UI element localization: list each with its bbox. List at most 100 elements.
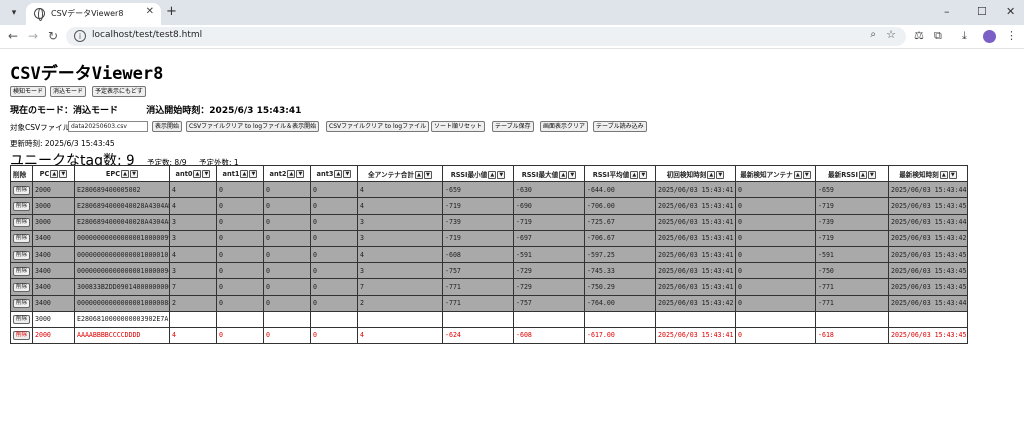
- sort-ascending-button[interactable]: ▲: [121, 169, 130, 178]
- column-header[interactable]: ant2 ▲ ▼: [263, 164, 311, 183]
- column-header[interactable]: 最新検知アンテナ ▲ ▼: [735, 164, 816, 183]
- download-icon[interactable]: ⤓: [962, 29, 967, 43]
- maximize-icon[interactable]: ☐: [977, 5, 987, 18]
- browser-tab[interactable]: CSVデータViewer8 ✕: [26, 3, 161, 25]
- start-display-button[interactable]: 表示開始: [152, 121, 183, 132]
- detect-mode-button[interactable]: 検知モード: [10, 86, 47, 97]
- delete-row-button[interactable]: 削除: [13, 234, 31, 244]
- delete-row-button[interactable]: 削除: [13, 185, 31, 195]
- forward-icon[interactable]: →: [28, 29, 38, 43]
- extensions-icon[interactable]: ⧉: [934, 29, 942, 43]
- clear-to-log-button[interactable]: CSVファイルクリア to logファイル: [326, 121, 430, 132]
- table-cell: 0: [216, 181, 264, 199]
- delete-cell: 削除: [10, 278, 33, 296]
- menu-icon[interactable]: ⋮: [1006, 29, 1017, 42]
- table-cell: 2000: [32, 181, 75, 199]
- sort-descending-button[interactable]: ▼: [802, 170, 811, 179]
- delete-row-button[interactable]: 削除: [13, 201, 31, 211]
- sort-ascending-button[interactable]: ▲: [240, 169, 249, 178]
- clear-screen-button[interactable]: 画面表示クリア: [540, 121, 589, 132]
- sort-descending-button[interactable]: ▼: [948, 170, 957, 179]
- back-to-plan-button[interactable]: 予定表示にもどす: [92, 86, 146, 97]
- address-bar[interactable]: i localhost/test/test8.html ⌕ ☆: [66, 27, 906, 46]
- sort-descending-button[interactable]: ▼: [867, 170, 876, 179]
- column-header[interactable]: RSSI最小値 ▲ ▼: [442, 164, 514, 183]
- table-cell: 0: [263, 181, 311, 199]
- sort-descending-button[interactable]: ▼: [249, 169, 258, 178]
- table-cell: 0: [216, 229, 264, 247]
- minimize-icon[interactable]: –: [944, 5, 950, 18]
- column-header[interactable]: 最新検知時刻 ▲ ▼: [888, 164, 968, 183]
- translate-icon[interactable]: ⚖: [914, 29, 924, 42]
- column-header[interactable]: 全アンテナ合計 ▲ ▼: [357, 164, 443, 183]
- sort-descending-button[interactable]: ▼: [202, 169, 211, 178]
- sort-ascending-button[interactable]: ▲: [287, 169, 296, 178]
- sort-ascending-button[interactable]: ▲: [488, 170, 497, 179]
- delete-row-button[interactable]: 削除: [13, 331, 31, 341]
- reload-icon[interactable]: ↻: [48, 29, 58, 43]
- sort-ascending-button[interactable]: ▲: [334, 169, 343, 178]
- sort-descending-button[interactable]: ▼: [296, 169, 305, 178]
- url-text[interactable]: localhost/test/test8.html: [92, 30, 202, 40]
- table-cell: 3000: [32, 310, 75, 328]
- sort-descending-button[interactable]: ▼: [497, 170, 506, 179]
- zoom-icon[interactable]: ⌕: [870, 29, 876, 40]
- save-table-button[interactable]: テーブル保存: [492, 121, 534, 132]
- csv-file-input[interactable]: data20250603.csv: [68, 121, 148, 132]
- table-cell: 2025/06/03 15:43:45: [888, 197, 968, 215]
- table-cell: -630: [513, 181, 585, 199]
- delete-row-button[interactable]: 削除: [13, 250, 31, 260]
- erase-mode-button[interactable]: 消込モード: [50, 86, 87, 97]
- table-cell: 0: [263, 294, 311, 312]
- sort-descending-button[interactable]: ▼: [568, 170, 577, 179]
- sort-ascending-button[interactable]: ▲: [707, 170, 716, 179]
- delete-row-button[interactable]: 削除: [13, 218, 31, 228]
- column-header-label: 初回検知時刻: [666, 170, 707, 179]
- table-cell: 2025/06/03 15:43:45: [888, 245, 968, 264]
- delete-row-button[interactable]: 削除: [13, 315, 31, 325]
- column-header[interactable]: RSSI平均値 ▲ ▼: [584, 164, 656, 183]
- table-cell: 0: [735, 197, 816, 215]
- sort-descending-button[interactable]: ▼: [716, 170, 725, 179]
- sort-ascending-button[interactable]: ▲: [559, 170, 568, 179]
- bookmark-star-icon[interactable]: ☆: [886, 28, 896, 41]
- tab-search-icon[interactable]: ▾: [7, 6, 21, 20]
- column-header[interactable]: EPC ▲ ▼: [74, 164, 170, 183]
- delete-row-button[interactable]: 削除: [13, 266, 31, 276]
- sort-ascending-button[interactable]: ▲: [858, 170, 867, 179]
- table-cell: -725.67: [584, 213, 656, 231]
- clear-log-and-start-button[interactable]: CSVファイルクリア to logファイル＆表示開始: [186, 121, 320, 132]
- back-icon[interactable]: ←: [8, 29, 18, 43]
- sort-descending-button[interactable]: ▼: [423, 170, 432, 179]
- sort-descending-button[interactable]: ▼: [639, 170, 648, 179]
- sort-reset-button[interactable]: ソート順リセット: [431, 121, 486, 132]
- sort-ascending-button[interactable]: ▲: [630, 170, 639, 179]
- sort-ascending-button[interactable]: ▲: [50, 169, 59, 178]
- table-cell: E2806810000000003902E7AF00: [74, 310, 170, 328]
- site-info-icon[interactable]: i: [74, 30, 86, 42]
- column-header[interactable]: ant0 ▲ ▼: [169, 164, 217, 183]
- close-window-icon[interactable]: ✕: [1006, 5, 1015, 18]
- profile-avatar[interactable]: [983, 30, 996, 43]
- delete-row-button[interactable]: 削除: [13, 299, 31, 309]
- close-tab-icon[interactable]: ✕: [146, 6, 154, 17]
- column-header[interactable]: ant1 ▲ ▼: [216, 164, 264, 183]
- column-header[interactable]: PC ▲ ▼: [32, 164, 75, 183]
- new-tab-icon[interactable]: +: [166, 4, 177, 19]
- sort-ascending-button[interactable]: ▲: [939, 170, 948, 179]
- sort-descending-button[interactable]: ▼: [130, 169, 139, 178]
- sort-descending-button[interactable]: ▼: [59, 169, 68, 178]
- sort-ascending-button[interactable]: ▲: [793, 170, 802, 179]
- column-header[interactable]: 初回検知時刻 ▲ ▼: [655, 164, 736, 183]
- sort-ascending-button[interactable]: ▲: [414, 170, 423, 179]
- table-cell: 0: [216, 294, 264, 312]
- table-cell: -591: [513, 245, 585, 264]
- load-table-button[interactable]: テーブル読み込み: [593, 121, 647, 132]
- column-header[interactable]: ant3 ▲ ▼: [310, 164, 358, 183]
- sort-ascending-button[interactable]: ▲: [193, 169, 202, 178]
- column-header[interactable]: RSSI最大値 ▲ ▼: [513, 164, 585, 183]
- sort-descending-button[interactable]: ▼: [343, 169, 352, 178]
- delete-row-button[interactable]: 削除: [13, 282, 31, 292]
- column-header[interactable]: 最新RSSI ▲ ▼: [815, 164, 889, 183]
- column-header-label: RSSI平均値: [592, 170, 630, 179]
